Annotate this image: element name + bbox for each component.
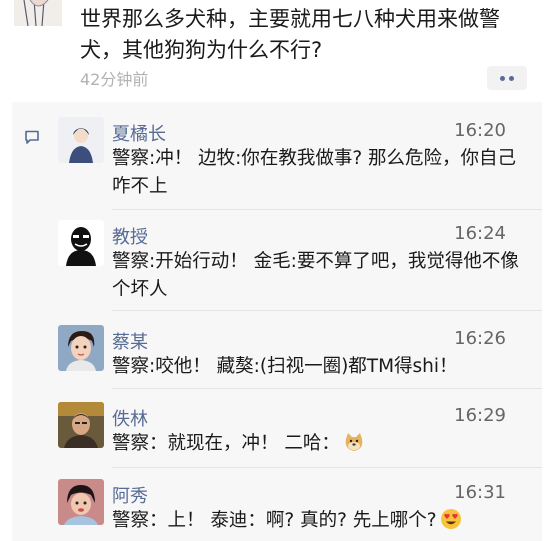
comment-text-row: 警察：就现在，冲！ 二哈： bbox=[112, 430, 522, 462]
commenter-name[interactable]: 夏橘长 bbox=[112, 120, 166, 146]
post-time: 42分钟前 bbox=[80, 70, 149, 89]
commenter-name[interactable]: 阿秀 bbox=[112, 482, 148, 508]
commenter-name[interactable]: 教授 bbox=[112, 223, 148, 249]
comment-time: 16:20 bbox=[454, 120, 506, 141]
heart-eyes-emoji-icon bbox=[440, 508, 462, 539]
poster-avatar[interactable] bbox=[14, 0, 62, 26]
commenter-avatar[interactable] bbox=[58, 220, 104, 266]
more-dot bbox=[509, 75, 514, 81]
commenter-avatar[interactable] bbox=[58, 402, 104, 448]
comment-time: 16:26 bbox=[454, 328, 506, 349]
comment-item: 阿秀 16:31 警察：上！ 泰迪：啊? 真的? 先上哪个? bbox=[12, 464, 542, 541]
comment-text-row: 警察：上！ 泰迪：啊? 真的? 先上哪个? bbox=[112, 507, 522, 539]
comment-time: 16:29 bbox=[454, 405, 506, 426]
comment-text: 警察:开始行动！ 金毛:要不算了吧，我觉得他不像个坏人 bbox=[112, 251, 519, 300]
commenter-avatar[interactable] bbox=[58, 479, 104, 525]
comment-item: 夏橘长 16:20 警察:冲！ 边牧:你在教我做事? 那么危险，你自己咋不上 bbox=[12, 102, 542, 197]
comment-text: 警察：就现在，冲！ 二哈： bbox=[112, 433, 340, 454]
comment-time: 16:31 bbox=[454, 482, 506, 503]
post-text: 世界那么多犬种，主要就用七八种犬用来做警犬，其他狗狗为什么不行? bbox=[80, 7, 500, 62]
comment-text: 警察：上！ 泰迪：啊? 真的? 先上哪个? bbox=[112, 510, 437, 531]
comment-text: 警察:冲！ 边牧:你在教我做事? 那么危险，你自己咋不上 bbox=[112, 148, 517, 197]
more-button[interactable] bbox=[487, 66, 527, 90]
commenter-name[interactable]: 佚林 bbox=[112, 405, 148, 431]
comment-text: 警察:咬他！ 藏獒:(扫视一圈)都TM得shi！ bbox=[112, 356, 458, 377]
comment-item: 教授 16:24 警察:开始行动！ 金毛:要不算了吧，我觉得他不像个坏人 bbox=[12, 205, 542, 300]
commenter-avatar[interactable] bbox=[58, 117, 104, 163]
commenter-name[interactable]: 蔡某 bbox=[112, 328, 148, 354]
comments-panel: 夏橘长 16:20 警察:冲！ 边牧:你在教我做事? 那么危险，你自己咋不上 教… bbox=[12, 102, 542, 541]
commenter-avatar[interactable] bbox=[58, 325, 104, 371]
more-dot bbox=[500, 75, 505, 81]
comment-time: 16:24 bbox=[454, 223, 506, 244]
doge-emoji-icon bbox=[343, 431, 365, 462]
